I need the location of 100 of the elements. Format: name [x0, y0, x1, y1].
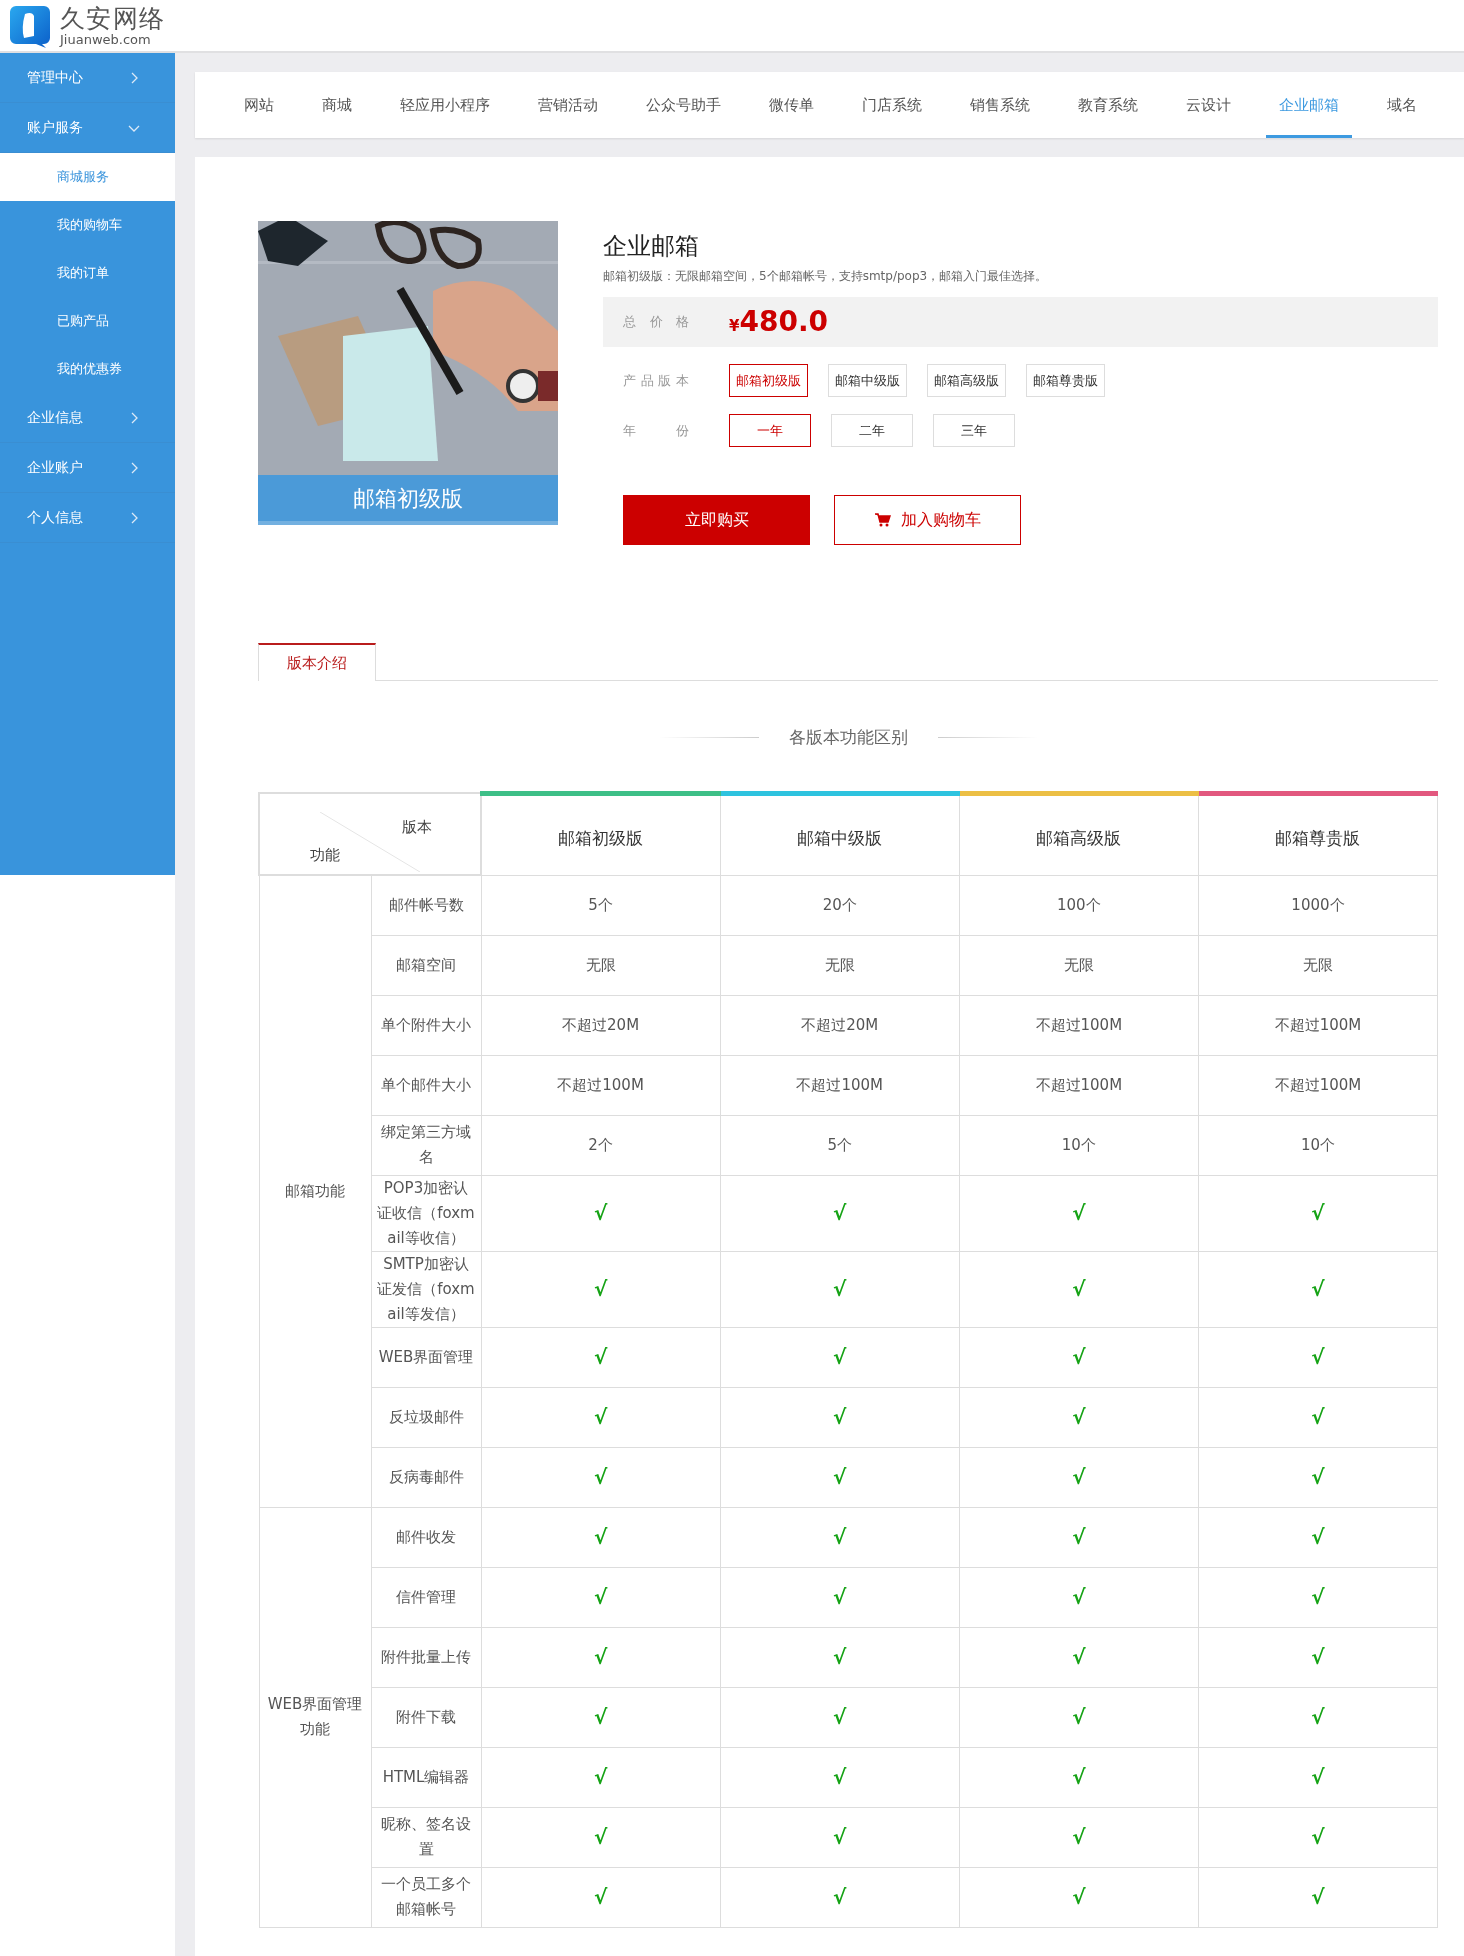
nav-tab[interactable]: 门店系统: [849, 72, 935, 138]
table-cell: 1000个: [1198, 875, 1438, 935]
nav-tab[interactable]: 云设计: [1173, 72, 1244, 138]
check-cell: √: [720, 1447, 960, 1507]
table-cell: 不超过20M: [720, 995, 960, 1055]
check-cell: √: [959, 1627, 1199, 1687]
check-cell: √: [1198, 1507, 1438, 1567]
column-header: 邮箱高级版: [959, 793, 1199, 875]
feature-cell: 邮件收发: [371, 1507, 481, 1567]
feature-cell: POP3加密认证收信（foxmail等收信）: [371, 1175, 481, 1251]
check-cell: √: [1198, 1627, 1438, 1687]
check-cell: √: [959, 1507, 1199, 1567]
option-button[interactable]: 二年: [831, 414, 913, 447]
table-cell: 10个: [959, 1115, 1199, 1175]
feature-cell: 单个附件大小: [371, 995, 481, 1055]
table-cell: 不超过100M: [1198, 1055, 1438, 1115]
check-cell: √: [1198, 1447, 1438, 1507]
nav-tab[interactable]: 微传单: [756, 72, 827, 138]
feature-cell: 单个邮件大小: [371, 1055, 481, 1115]
option-button[interactable]: 邮箱初级版: [729, 364, 808, 397]
check-cell: √: [1198, 1251, 1438, 1327]
logo-name: 久安网络: [60, 5, 165, 31]
detail-tab[interactable]: 版本介绍: [258, 643, 376, 681]
product-description: 邮箱初级版：无限邮箱空间，5个邮箱帐号，支持smtp/pop3，邮箱入门最佳选择。: [603, 268, 1049, 285]
check-cell: √: [959, 1447, 1199, 1507]
table-cell: 不超过20M: [481, 995, 721, 1055]
check-cell: √: [481, 1327, 721, 1387]
image-caption: 邮箱初级版: [258, 475, 558, 525]
check-cell: √: [720, 1327, 960, 1387]
nav-tab[interactable]: 商城: [309, 72, 365, 138]
check-cell: √: [720, 1867, 960, 1927]
nav-tab[interactable]: 轻应用小程序: [387, 72, 503, 138]
check-cell: √: [720, 1175, 960, 1251]
feature-cell: 邮件帐号数: [371, 875, 481, 935]
check-cell: √: [481, 1507, 721, 1567]
column-header: 邮箱初级版: [481, 793, 721, 875]
check-cell: √: [720, 1687, 960, 1747]
check-cell: √: [481, 1447, 721, 1507]
table-cell: 无限: [481, 935, 721, 995]
nav-tab[interactable]: 公众号助手: [633, 72, 734, 138]
feature-cell: 邮箱空间: [371, 935, 481, 995]
feature-cell: 反病毒邮件: [371, 1447, 481, 1507]
check-cell: √: [959, 1807, 1199, 1867]
corner-column-label: 版本: [402, 817, 432, 838]
option-label: 产品版本: [623, 371, 689, 390]
logo-icon: [8, 3, 52, 48]
table-cell: 无限: [959, 935, 1199, 995]
nav-tab[interactable]: 教育系统: [1065, 72, 1151, 138]
check-cell: √: [959, 1567, 1199, 1627]
check-cell: √: [1198, 1747, 1438, 1807]
table-cell: 5个: [481, 875, 721, 935]
feature-cell: 信件管理: [371, 1567, 481, 1627]
table-cell: 5个: [720, 1115, 960, 1175]
table-cell: 不超过100M: [959, 995, 1199, 1055]
add-to-cart-button[interactable]: 加入购物车: [834, 495, 1021, 545]
product-title: 企业邮箱: [603, 231, 700, 261]
option-button[interactable]: 邮箱尊贵版: [1026, 364, 1105, 397]
check-cell: √: [720, 1507, 960, 1567]
cart-icon: [874, 513, 891, 527]
feature-cell: HTML编辑器: [371, 1747, 481, 1807]
price-label: 总价格: [623, 313, 689, 332]
check-cell: √: [1198, 1175, 1438, 1251]
nav-tab[interactable]: 营销活动: [525, 72, 611, 138]
nav-tab[interactable]: 域名: [1374, 72, 1430, 138]
check-cell: √: [481, 1387, 721, 1447]
table-cell: 不超过100M: [481, 1055, 721, 1115]
option-button[interactable]: 邮箱中级版: [828, 364, 907, 397]
feature-cell: 昵称、签名设置: [371, 1807, 481, 1867]
table-cell: 100个: [959, 875, 1199, 935]
check-cell: √: [959, 1687, 1199, 1747]
check-cell: √: [959, 1251, 1199, 1327]
check-cell: √: [959, 1327, 1199, 1387]
check-cell: √: [720, 1747, 960, 1807]
buy-now-button[interactable]: 立即购买: [623, 495, 810, 545]
check-cell: √: [1198, 1387, 1438, 1447]
option-button[interactable]: 三年: [933, 414, 1015, 447]
nav-tab[interactable]: 销售系统: [957, 72, 1043, 138]
nav-tab[interactable]: 网站: [231, 72, 287, 138]
check-cell: √: [720, 1807, 960, 1867]
check-cell: √: [481, 1567, 721, 1627]
option-button[interactable]: 一年: [729, 414, 811, 447]
column-header: 邮箱中级版: [720, 793, 960, 875]
feature-cell: 反垃圾邮件: [371, 1387, 481, 1447]
logo-domain: Jiuanweb.com: [60, 32, 152, 46]
check-cell: √: [481, 1807, 721, 1867]
table-cell: 不超过100M: [1198, 995, 1438, 1055]
table-cell: 20个: [720, 875, 960, 935]
check-cell: √: [959, 1747, 1199, 1807]
feature-cell: 附件批量上传: [371, 1627, 481, 1687]
check-cell: √: [959, 1175, 1199, 1251]
option-button[interactable]: 邮箱高级版: [927, 364, 1006, 397]
option-label: 年份: [623, 421, 689, 440]
check-cell: √: [1198, 1807, 1438, 1867]
check-cell: √: [481, 1251, 721, 1327]
feature-cell: WEB界面管理: [371, 1327, 481, 1387]
group-cell: 邮箱功能: [259, 875, 371, 1507]
feature-cell: 附件下载: [371, 1687, 481, 1747]
table-cell: 不超过100M: [720, 1055, 960, 1115]
table-cell: 2个: [481, 1115, 721, 1175]
feature-cell: SMTP加密认证发信（foxmail等发信）: [371, 1251, 481, 1327]
